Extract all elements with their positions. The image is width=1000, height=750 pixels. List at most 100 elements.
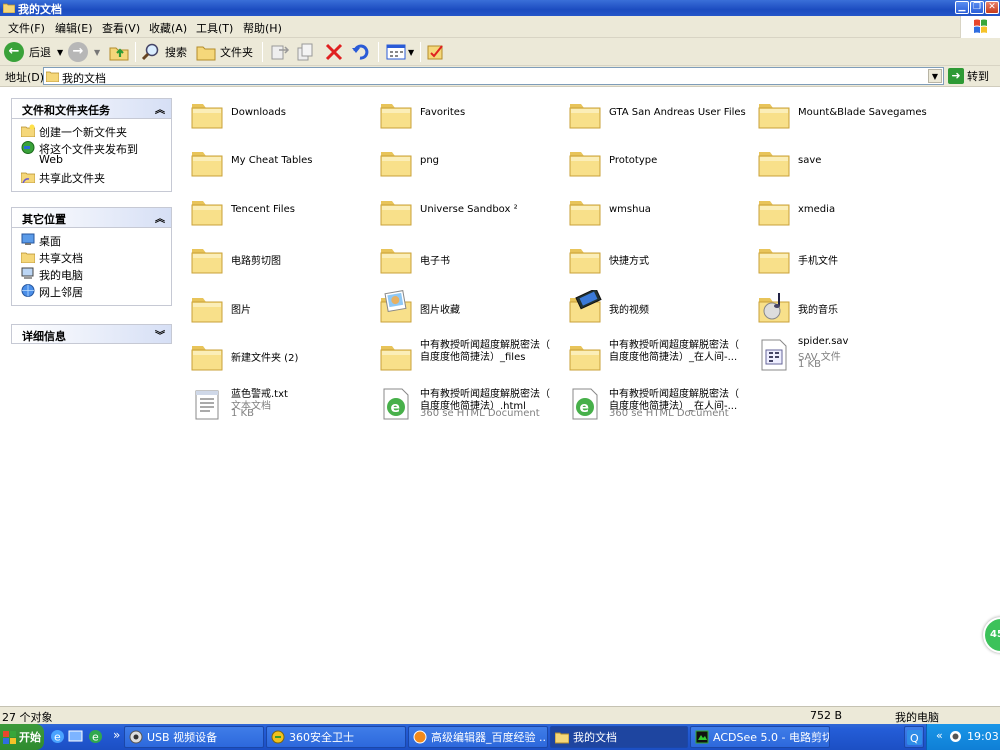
collapse-icon[interactable]: ︽ <box>155 101 165 116</box>
collapse-icon[interactable]: ︽ <box>155 210 165 225</box>
file-item[interactable]: 蓝色警戒.txt 文本文档 1 KB <box>190 385 375 431</box>
clock: 19:03 <box>967 730 999 743</box>
browser-icon[interactable]: e <box>88 729 103 744</box>
file-item[interactable]: png <box>379 142 564 188</box>
file-name: Universe Sandbox ² <box>420 204 518 215</box>
expand-icon[interactable]: ︾ <box>155 327 165 342</box>
file-item[interactable]: GTA San Andreas User Files <box>568 94 753 140</box>
status-location: 我的电脑 <box>895 711 939 724</box>
folder-icon <box>380 152 412 177</box>
tray-expand-icon[interactable]: « <box>936 729 943 742</box>
back-arrow-icon: ← <box>4 42 24 62</box>
views-button[interactable]: ▼ <box>386 41 414 63</box>
forward-button[interactable]: → ▼ <box>68 41 100 63</box>
file-item[interactable]: e 中有教授听闻超度解脱密法（ 自度度他简捷法）_在人间-... 360 se HTM… <box>568 385 753 431</box>
file-item[interactable]: wmshua <box>568 191 753 237</box>
file-name: Tencent Files <box>231 204 295 215</box>
minimize-button[interactable]: ▁ <box>955 1 969 14</box>
address-bar: 地址(D) 我的文档 ▼ ➜ 转到 <box>0 66 1000 87</box>
title-bar[interactable]: 我的文档 ▁ ❐ ✕ <box>0 0 1000 16</box>
file-name: Prototype <box>609 155 658 166</box>
address-input[interactable]: 我的文档 ▼ <box>43 67 944 85</box>
html-file-icon: e <box>572 388 598 420</box>
camera-icon <box>129 730 143 744</box>
file-item[interactable]: Prototype <box>568 142 753 188</box>
menu-view[interactable]: 查看(V) <box>102 20 140 36</box>
file-item[interactable]: My Cheat Tables <box>190 142 375 188</box>
file-item[interactable]: 电路剪切图 <box>190 239 375 285</box>
move-to-button[interactable] <box>270 41 290 63</box>
file-item[interactable]: Universe Sandbox ² <box>379 191 564 237</box>
sync-button[interactable] <box>426 41 446 63</box>
ie-icon[interactable]: e <box>50 729 65 744</box>
volume-icon[interactable] <box>949 730 962 743</box>
task-my-documents[interactable]: 我的文档 <box>550 726 688 748</box>
start-button[interactable]: 开始 <box>0 724 44 750</box>
task-usb-video[interactable]: USB 视频设备 <box>124 726 264 748</box>
file-item[interactable]: 电子书 <box>379 239 564 285</box>
menu-edit[interactable]: 编辑(E) <box>55 20 93 36</box>
task-baidu-editor[interactable]: 高级编辑器_百度经验 ... <box>408 726 548 748</box>
file-item[interactable]: save <box>757 142 942 188</box>
file-item[interactable]: Favorites <box>379 94 564 140</box>
other-places-header[interactable]: 其它位置 ︽ <box>11 207 172 227</box>
place-network[interactable]: 网上邻居 <box>21 284 171 301</box>
main-area: 文件和文件夹任务 ︽ 创建一个新文件夹 将这个文件夹发布到 Web 共享此文件夹 <box>0 88 1000 706</box>
file-item[interactable]: 中有教授听闻超度解脱密法（ 自度度他简捷法）_在人间-... <box>568 336 753 382</box>
file-type: 360 se HTML Document <box>609 408 729 419</box>
file-tasks-panel: 文件和文件夹任务 ︽ 创建一个新文件夹 将这个文件夹发布到 Web 共享此文件夹 <box>11 98 172 192</box>
details-header[interactable]: 详细信息 ︾ <box>11 324 172 344</box>
menu-file[interactable]: 文件(F) <box>8 20 45 36</box>
new-folder-link[interactable]: 创建一个新文件夹 <box>21 124 171 141</box>
task-360-safe[interactable]: 360安全卫士 <box>266 726 406 748</box>
file-item[interactable]: e 中有教授听闻超度解脱密法（ 自度度他简捷法）.html 360 se HTML D… <box>379 385 564 431</box>
chevron-down-icon: ▼ <box>408 47 415 57</box>
publish-web-link[interactable]: 将这个文件夹发布到 <box>21 141 171 156</box>
delete-button[interactable] <box>324 41 344 63</box>
place-my-computer[interactable]: 我的电脑 <box>21 267 171 284</box>
search-icon <box>141 43 159 61</box>
network-icon <box>21 284 35 297</box>
folders-button[interactable]: 文件夹 <box>196 41 253 63</box>
show-desktop-icon[interactable] <box>68 729 83 744</box>
undo-button[interactable] <box>351 41 371 63</box>
close-button[interactable]: ✕ <box>985 1 999 14</box>
address-label: 地址(D) <box>5 71 45 84</box>
up-folder-button[interactable] <box>109 41 129 63</box>
go-button[interactable]: ➜ 转到 <box>948 67 998 85</box>
file-item[interactable]: 我的音乐 <box>757 288 942 334</box>
menu-help[interactable]: 帮助(H) <box>243 20 282 36</box>
file-item[interactable]: 手机文件 <box>757 239 942 285</box>
folders-icon <box>196 46 216 61</box>
back-button[interactable]: ← 后退 ▼ <box>4 41 63 63</box>
file-item[interactable]: Mount&Blade Savegames <box>757 94 942 140</box>
file-tasks-header[interactable]: 文件和文件夹任务 ︽ <box>11 98 172 118</box>
file-item[interactable]: 我的视频 <box>568 288 753 334</box>
menu-favorites[interactable]: 收藏(A) <box>149 20 187 36</box>
address-dropdown-button[interactable]: ▼ <box>928 69 942 83</box>
copy-to-button[interactable] <box>296 41 316 63</box>
task-acdsee[interactable]: ACDSee 5.0 - 电路剪切图 <box>690 726 830 748</box>
share-folder-link[interactable]: 共享此文件夹 <box>21 170 171 187</box>
windows-logo <box>960 16 1000 38</box>
file-item[interactable]: 快捷方式 <box>568 239 753 285</box>
file-item[interactable]: xmedia <box>757 191 942 237</box>
checklist-icon <box>427 45 443 60</box>
file-item[interactable]: 中有教授听闻超度解脱密法（ 自度度他简捷法）_files <box>379 336 564 382</box>
place-shared-docs[interactable]: 共享文档 <box>21 250 171 267</box>
qq-button[interactable]: Q <box>904 726 924 748</box>
file-item[interactable]: spider.sav SAV 文件 1 KB <box>757 336 942 382</box>
restore-button[interactable]: ❐ <box>970 1 984 14</box>
file-name: 我的音乐 <box>798 305 838 316</box>
file-size: 1 KB <box>231 408 254 419</box>
folder-icon <box>191 201 223 226</box>
file-item[interactable]: Downloads <box>190 94 375 140</box>
overflow-chevron-icon[interactable]: » <box>113 728 120 742</box>
file-item[interactable]: 新建文件夹 (2) <box>190 336 375 382</box>
menu-tools[interactable]: 工具(T) <box>196 20 233 36</box>
file-item[interactable]: 图片收藏 <box>379 288 564 334</box>
search-button[interactable]: 搜索 <box>141 41 187 63</box>
file-item[interactable]: Tencent Files <box>190 191 375 237</box>
place-desktop[interactable]: 桌面 <box>21 233 171 250</box>
file-item[interactable]: 图片 <box>190 288 375 334</box>
